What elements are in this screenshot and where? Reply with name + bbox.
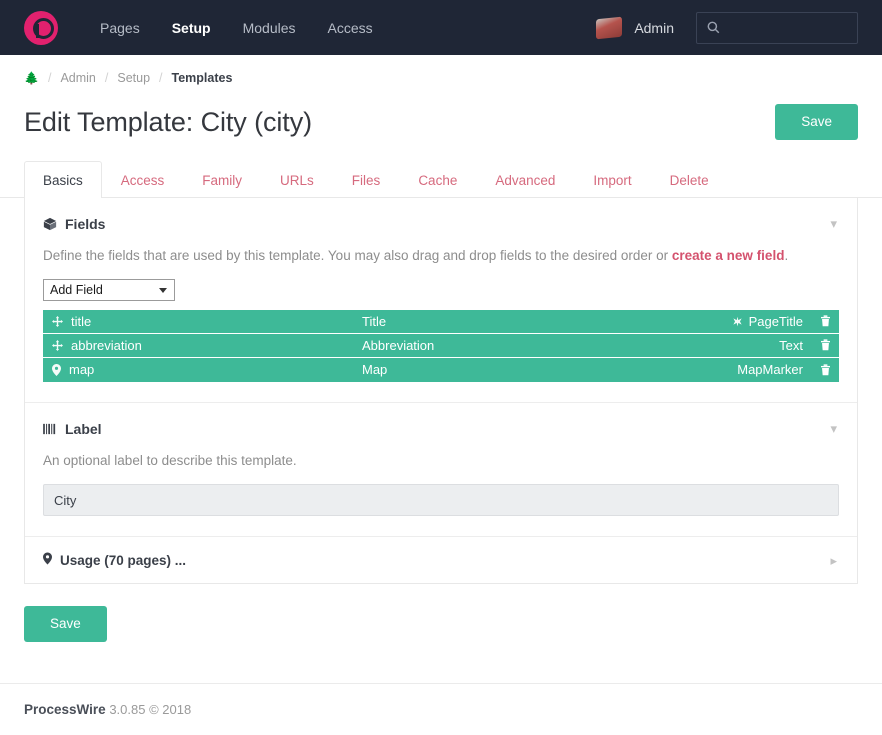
field-name-cell: map bbox=[52, 362, 362, 377]
usage-section-title: Usage (70 pages) ... bbox=[60, 552, 187, 568]
field-name: map bbox=[69, 362, 95, 378]
map-marker-icon[interactable] bbox=[52, 363, 61, 376]
masthead: Pages Setup Modules Access Admin bbox=[0, 0, 882, 64]
usage-section[interactable]: Usage (70 pages) ... ▸ bbox=[25, 536, 857, 583]
add-field-select[interactable]: Add Field bbox=[43, 278, 175, 301]
page-title: Edit Template: City (city) bbox=[24, 106, 312, 137]
footer: ProcessWire 3.0.85 © 2018 bbox=[0, 683, 882, 735]
main-navigation: Pages Setup Modules Access bbox=[84, 14, 389, 64]
add-field-label: Add Field bbox=[50, 282, 103, 297]
tab-access[interactable]: Access bbox=[102, 161, 184, 198]
fields-section-title: Fields bbox=[65, 216, 106, 232]
tab-advanced[interactable]: Advanced bbox=[476, 161, 574, 198]
processwire-logo[interactable] bbox=[24, 10, 58, 45]
template-label-input[interactable] bbox=[43, 484, 839, 517]
field-type: PageTitle bbox=[748, 313, 803, 329]
table-row[interactable]: title Title PageTitle bbox=[43, 309, 839, 334]
breadcrumb-item-setup[interactable]: Setup bbox=[117, 71, 150, 85]
chevron-down-icon[interactable]: ▾ bbox=[830, 422, 837, 435]
create-new-field-link[interactable]: create a new field bbox=[672, 248, 785, 263]
breadcrumb-separator: / bbox=[104, 71, 109, 85]
label-section-title: Label bbox=[65, 420, 102, 437]
user-avatar[interactable] bbox=[596, 16, 623, 39]
field-label: Abbreviation bbox=[362, 337, 435, 353]
nav-item-modules[interactable]: Modules bbox=[227, 14, 312, 42]
cube-icon bbox=[43, 217, 57, 231]
chevron-down-icon bbox=[159, 287, 167, 293]
breadcrumb-item-admin[interactable]: Admin bbox=[60, 71, 95, 85]
content-card: Fields ▾ Define the fields that are used… bbox=[24, 198, 858, 585]
field-name: title bbox=[71, 313, 92, 329]
bottom-actions: Save bbox=[0, 584, 882, 642]
breadcrumb-separator: / bbox=[159, 71, 163, 85]
tab-bar: Basics Access Family URLs Files Cache Ad… bbox=[0, 161, 882, 198]
fields-section: Fields ▾ Define the fields that are used… bbox=[25, 198, 857, 402]
nav-item-access[interactable]: Access bbox=[312, 14, 389, 42]
breadcrumb: 🌲 / Admin / Setup / Templates bbox=[0, 55, 882, 91]
map-marker-icon bbox=[43, 552, 52, 568]
chevron-right-icon[interactable]: ▸ bbox=[830, 554, 837, 567]
field-name: abbreviation bbox=[71, 337, 142, 353]
search-box[interactable] bbox=[696, 11, 858, 44]
save-button-bottom[interactable]: Save bbox=[24, 606, 107, 642]
save-button-top[interactable]: Save bbox=[775, 104, 858, 140]
field-label: Title bbox=[362, 313, 387, 329]
search-icon bbox=[707, 21, 720, 34]
trash-icon[interactable] bbox=[820, 339, 831, 351]
field-type: MapMarker bbox=[737, 362, 803, 378]
move-icon[interactable] bbox=[52, 315, 63, 327]
field-list: title Title PageTitle abbreviation Abbre… bbox=[43, 309, 839, 382]
breadcrumb-separator: / bbox=[47, 71, 52, 85]
label-section-header: Label bbox=[43, 421, 839, 437]
usage-section-header[interactable]: Usage (70 pages) ... bbox=[25, 537, 857, 583]
tab-delete[interactable]: Delete bbox=[651, 161, 728, 198]
footer-brand: ProcessWire bbox=[24, 702, 106, 717]
field-type-cell: PageTitle bbox=[732, 314, 831, 329]
label-section: Label ▾ An optional label to describe th… bbox=[25, 401, 857, 537]
search-input[interactable] bbox=[727, 20, 847, 35]
footer-version: 3.0.85 © 2018 bbox=[109, 702, 192, 717]
field-label: Map bbox=[362, 362, 388, 378]
trash-icon[interactable] bbox=[820, 315, 831, 327]
masthead-right: Admin bbox=[596, 11, 858, 44]
tab-basics[interactable]: Basics bbox=[24, 161, 102, 198]
field-name-cell: abbreviation bbox=[52, 338, 362, 353]
move-icon[interactable] bbox=[52, 339, 63, 351]
field-type-cell: MapMarker bbox=[737, 362, 831, 377]
tree-icon[interactable]: 🌲 bbox=[24, 72, 39, 84]
tab-urls[interactable]: URLs bbox=[261, 161, 333, 198]
table-row[interactable]: abbreviation Abbreviation Text bbox=[43, 333, 839, 358]
footer-text: ProcessWire 3.0.85 © 2018 bbox=[24, 702, 858, 717]
barcode-icon bbox=[43, 423, 57, 435]
tab-family[interactable]: Family bbox=[183, 161, 261, 198]
field-type: Text bbox=[779, 337, 803, 353]
breadcrumb-item-templates: Templates bbox=[171, 71, 233, 85]
field-type-cell: Text bbox=[779, 338, 831, 353]
fields-section-header: Fields bbox=[43, 216, 839, 232]
asterisk-icon bbox=[732, 316, 743, 327]
tab-files[interactable]: Files bbox=[333, 161, 400, 198]
title-row: Edit Template: City (city) Save bbox=[0, 91, 882, 147]
table-row[interactable]: map Map MapMarker bbox=[43, 357, 839, 382]
fields-section-description: Define the fields that are used by this … bbox=[43, 246, 839, 266]
chevron-down-icon[interactable]: ▾ bbox=[830, 217, 837, 230]
trash-icon[interactable] bbox=[820, 363, 831, 376]
nav-item-setup[interactable]: Setup bbox=[156, 14, 227, 64]
nav-item-pages[interactable]: Pages bbox=[84, 14, 156, 42]
user-name-label[interactable]: Admin bbox=[634, 20, 674, 36]
fields-description-suffix: . bbox=[784, 248, 789, 263]
tab-cache[interactable]: Cache bbox=[399, 161, 476, 198]
fields-description-text: Define the fields that are used by this … bbox=[43, 248, 672, 263]
label-section-description: An optional label to describe this templ… bbox=[43, 452, 297, 468]
field-name-cell: title bbox=[52, 314, 362, 329]
tab-import[interactable]: Import bbox=[574, 161, 650, 198]
